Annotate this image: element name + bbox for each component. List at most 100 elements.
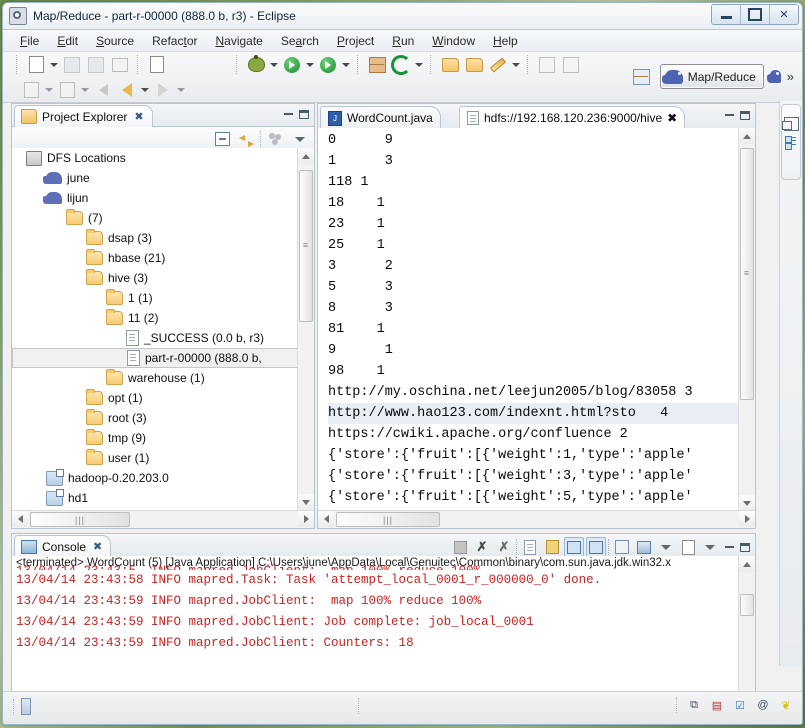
restore-perspective-icon[interactable]: ⧉ xyxy=(686,697,702,713)
maximize-view-button[interactable] xyxy=(297,107,311,121)
pilcrow-button[interactable] xyxy=(560,54,582,76)
editor-hscroll-thumb[interactable]: ||| xyxy=(336,512,440,527)
editor-horizontal-scrollbar[interactable]: ||| xyxy=(318,510,755,528)
tree-item-success-0-0-b-r3[interactable]: _SUCCESS (0.0 b, r3) xyxy=(12,328,314,348)
focus-on-active-task-button[interactable] xyxy=(266,129,286,149)
restore-icon[interactable] xyxy=(781,117,799,131)
run-dropdown[interactable] xyxy=(304,54,316,76)
menu-refactor[interactable]: Refactor xyxy=(143,32,206,50)
tree-item-hd1[interactable]: hd1 xyxy=(12,488,314,508)
tree-item-hive-3[interactable]: hive (3) xyxy=(12,268,314,288)
save-all-button[interactable] xyxy=(85,54,107,76)
show-console-on-output-button[interactable] xyxy=(564,537,584,557)
tree-item-opt-1[interactable]: opt (1) xyxy=(12,388,314,408)
forward-button[interactable] xyxy=(152,79,174,101)
last-edit-dropdown[interactable] xyxy=(510,54,522,76)
tab-wordcount-java[interactable]: J WordCount.java xyxy=(320,106,441,129)
view-menu-button[interactable] xyxy=(290,129,310,149)
display-selected-console-button[interactable] xyxy=(634,537,654,557)
console-output[interactable]: <terminated> WordCount (5) [Java Applica… xyxy=(12,556,755,712)
menu-file[interactable]: File xyxy=(11,32,48,50)
minimize-editor-button[interactable] xyxy=(722,108,736,122)
close-icon[interactable]: ✖ xyxy=(93,540,102,553)
tree-item-user-1[interactable]: user (1) xyxy=(12,448,314,468)
tree-item-root-3[interactable]: root (3) xyxy=(12,408,314,428)
minimize-window-button[interactable] xyxy=(712,5,741,24)
tree-vertical-scrollbar[interactable]: ≡ xyxy=(297,148,314,510)
menu-navigate[interactable]: Navigate xyxy=(206,32,271,50)
tree-item-june[interactable]: june xyxy=(12,168,314,188)
open-task-button[interactable] xyxy=(463,54,485,76)
tab-hdfs-hive[interactable]: hdfs://192.168.120.236:9000/hive ✖ xyxy=(459,106,686,129)
tree-item-lijun[interactable]: lijun xyxy=(12,188,314,208)
email-icon[interactable]: @ xyxy=(755,697,771,713)
toggle-mark-occurrences-button[interactable] xyxy=(146,54,168,76)
tree-item-warehouse-1[interactable]: warehouse (1) xyxy=(12,368,314,388)
project-explorer-tree[interactable]: DFS Locations june lijun (7) dsap (3) hbase (… xyxy=(12,148,314,510)
menu-project[interactable]: Project xyxy=(328,32,383,50)
tree-item-1-1[interactable]: 1 (1) xyxy=(12,288,314,308)
run-button[interactable] xyxy=(281,54,303,76)
open-type-button[interactable] xyxy=(439,54,461,76)
tree-hscroll-thumb[interactable]: ||| xyxy=(30,512,130,527)
show-console-on-error-button[interactable] xyxy=(586,537,606,557)
menu-search[interactable]: Search xyxy=(272,32,328,50)
minimize-console-button[interactable] xyxy=(722,540,736,554)
scroll-left-button[interactable] xyxy=(318,511,334,527)
forward-dropdown[interactable] xyxy=(175,79,187,101)
scroll-lock-button[interactable] xyxy=(542,537,562,557)
scroll-down-button[interactable] xyxy=(298,494,314,510)
remove-launch-button[interactable]: ✗ xyxy=(472,537,492,557)
close-window-button[interactable]: ✕ xyxy=(770,5,798,24)
menu-run[interactable]: Run xyxy=(383,32,423,50)
tree-item-hadoop-0-20-203-0[interactable]: hadoop-0.20.203.0 xyxy=(12,468,314,488)
heap-status-icon[interactable]: ▤ xyxy=(709,697,725,713)
scroll-right-button[interactable] xyxy=(739,511,755,527)
scroll-up-button[interactable] xyxy=(739,128,755,144)
editor-vertical-scrollbar[interactable]: ≡ xyxy=(738,128,755,511)
menu-edit[interactable]: Edit xyxy=(48,32,87,50)
run-external-tools-button[interactable] xyxy=(317,54,339,76)
tree-scroll-thumb[interactable]: ≡ xyxy=(299,170,313,322)
previous-edit-button[interactable] xyxy=(116,79,138,101)
menu-source[interactable]: Source xyxy=(87,32,143,50)
maximize-console-button[interactable] xyxy=(738,540,752,554)
debug-dropdown[interactable] xyxy=(268,54,280,76)
scroll-up-button[interactable] xyxy=(298,148,314,164)
print-button[interactable] xyxy=(109,54,131,76)
tree-item-dfs-locations[interactable]: DFS Locations xyxy=(12,148,314,168)
close-icon[interactable]: ✖ xyxy=(667,111,677,125)
external-tools-dropdown[interactable] xyxy=(340,54,352,76)
console-vertical-scrollbar[interactable] xyxy=(738,556,755,712)
link-with-editor-button[interactable] xyxy=(236,129,256,149)
console-scroll-thumb[interactable] xyxy=(740,594,754,616)
scroll-right-button[interactable] xyxy=(298,511,314,527)
new-java-class-button[interactable] xyxy=(366,54,388,76)
perspective-map-reduce[interactable]: Map/Reduce xyxy=(659,64,764,89)
debug-button[interactable] xyxy=(245,54,267,76)
terminate-button[interactable] xyxy=(450,537,470,557)
scroll-up-button[interactable] xyxy=(739,556,755,572)
new-package-dropdown[interactable] xyxy=(413,54,425,76)
display-selected-console-dropdown[interactable] xyxy=(656,537,676,557)
editor-scroll-thumb[interactable]: ≡ xyxy=(740,148,754,400)
import-dropdown[interactable] xyxy=(43,79,55,101)
clear-console-button[interactable] xyxy=(520,537,540,557)
open-console-button[interactable] xyxy=(678,537,698,557)
menu-window[interactable]: Window xyxy=(423,32,484,50)
export-dropdown[interactable] xyxy=(79,79,91,101)
menu-help[interactable]: Help xyxy=(484,32,527,50)
tree-item-hbase-21[interactable]: hbase (21) xyxy=(12,248,314,268)
import-button[interactable] xyxy=(20,79,42,101)
tab-console[interactable]: Console ✖ xyxy=(14,535,112,557)
maximize-editor-button[interactable] xyxy=(738,108,752,122)
scroll-down-button[interactable] xyxy=(739,495,755,511)
close-icon[interactable]: ✖ xyxy=(134,110,143,123)
last-edit-location-button[interactable] xyxy=(487,54,509,76)
tree-item-dsap-3[interactable]: dsap (3) xyxy=(12,228,314,248)
tree-item-11-2[interactable]: 11 (2) xyxy=(12,308,314,328)
elephant-icon[interactable] xyxy=(766,70,781,83)
new-java-package-button[interactable] xyxy=(390,54,412,76)
tasks-icon[interactable]: ☑ xyxy=(732,697,748,713)
tree-horizontal-scrollbar[interactable]: ||| xyxy=(12,510,314,528)
